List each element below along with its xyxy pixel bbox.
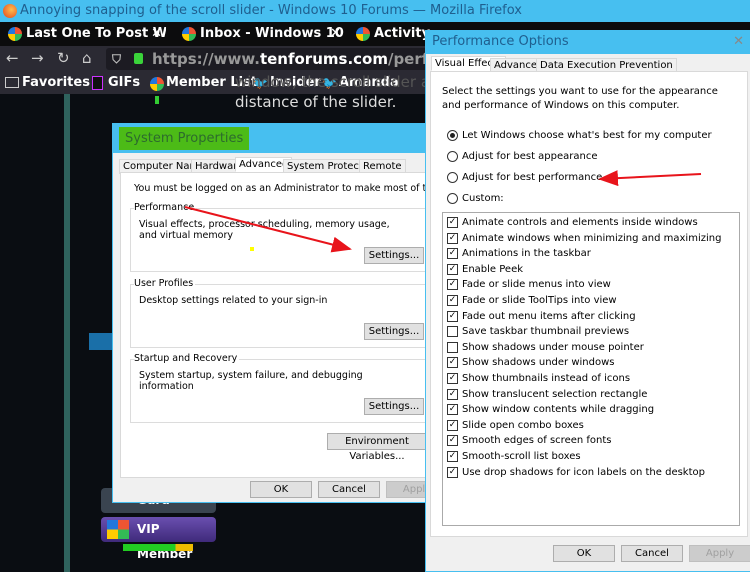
- annotation-arrows: [184, 170, 702, 253]
- arrow-to-best-performance: [598, 170, 702, 187]
- arrow-to-settings: [184, 206, 352, 253]
